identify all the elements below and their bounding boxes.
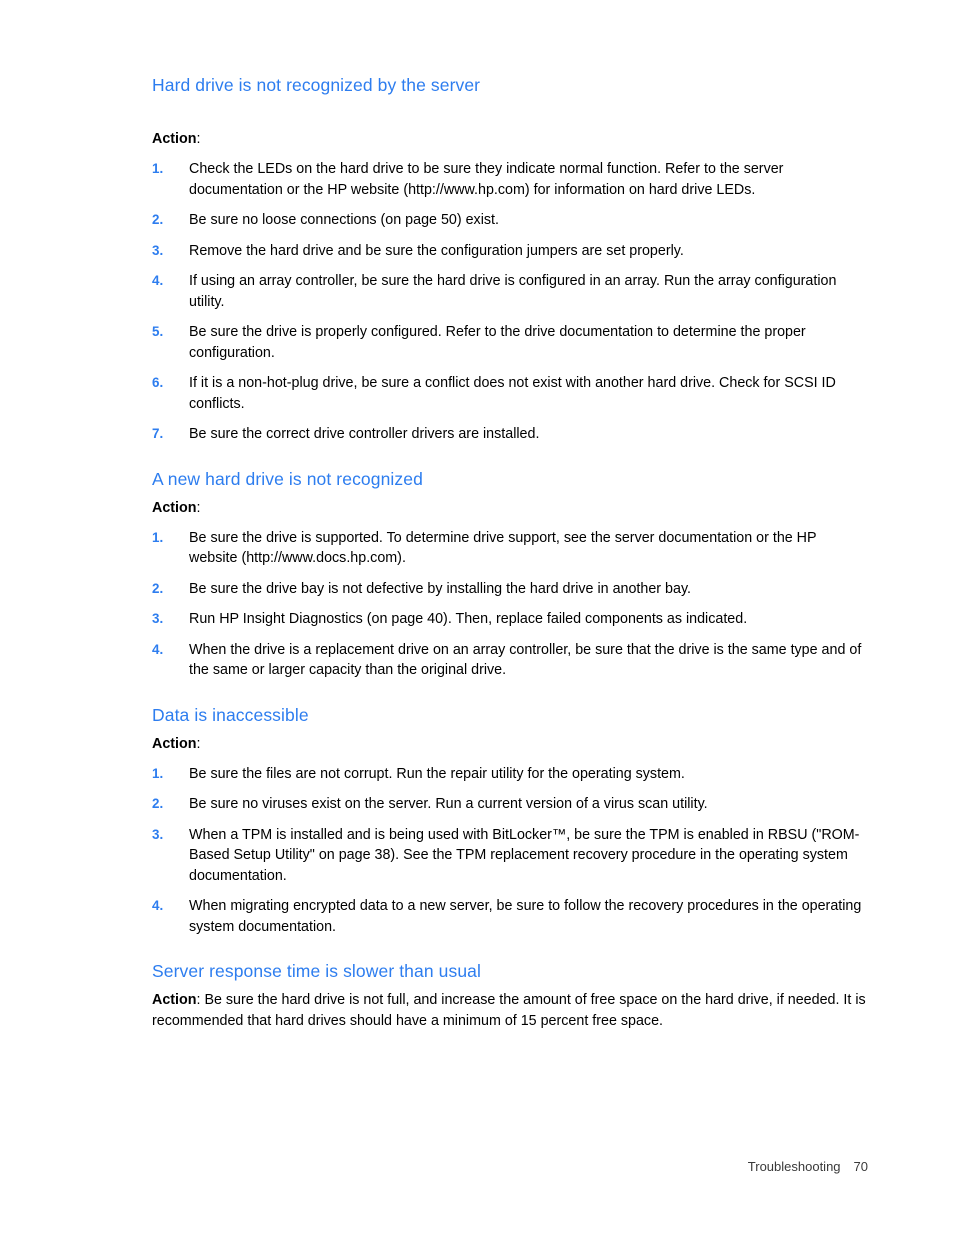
list-item: 1. Check the LEDs on the hard drive to be… bbox=[152, 159, 868, 200]
list-item-text: When a TPM is installed and is being use… bbox=[189, 826, 860, 884]
page-footer: Troubleshooting 70 bbox=[152, 1158, 868, 1176]
list-item-text: Be sure the files are not corrupt. Run t… bbox=[189, 765, 685, 782]
list-marker: 5. bbox=[152, 324, 164, 339]
action-colon: : bbox=[196, 499, 201, 516]
action-paragraph-4: Action: Be sure the hard drive is not fu… bbox=[152, 990, 868, 1031]
steps-list-3: 1. Be sure the files are not corrupt. Run… bbox=[152, 764, 868, 938]
list-marker: 3. bbox=[152, 242, 164, 258]
list-item: 1. Be sure the files are not corrupt. Run… bbox=[152, 764, 868, 785]
section-heading-server-response-time: Server response time is slower than usua… bbox=[152, 961, 481, 981]
list-item-text: Be sure the drive bay is not defective b… bbox=[189, 580, 692, 597]
list-item-text: Be sure the drive is properly configured… bbox=[189, 324, 806, 361]
list-item: 2. Be sure the drive bay is not defective… bbox=[152, 579, 868, 600]
action-label: Action bbox=[152, 131, 197, 147]
list-marker: 4. bbox=[152, 641, 164, 657]
list-item-text: Be sure the drive is supported. To deter… bbox=[189, 529, 817, 567]
section-heading-hard-drive-not-recognized: Hard drive is not recognized by the serv… bbox=[152, 75, 481, 95]
list-item: 5. Be sure the drive is properly configur… bbox=[152, 322, 868, 363]
list-item: 3. Remove the hard drive and be sure the … bbox=[152, 241, 868, 262]
action-label-line-1: Action: bbox=[152, 129, 868, 149]
document-page: Hard drive is not recognized by the serv… bbox=[0, 0, 954, 1235]
footer-page-number: 70 bbox=[853, 1159, 868, 1174]
list-item: 4. If using an array controller, be sure … bbox=[152, 271, 868, 312]
list-marker: 6. bbox=[152, 375, 164, 390]
action-label: Action bbox=[152, 735, 197, 752]
action-label: Action bbox=[152, 499, 197, 516]
list-marker: 1. bbox=[152, 765, 164, 781]
list-item: 3. Run HP Insight Diagnostics (on page 40… bbox=[152, 609, 868, 630]
list-item-text: Be sure no loose connections (on page 50… bbox=[189, 212, 499, 228]
list-item-text: When migrating encrypted data to a new s… bbox=[189, 898, 862, 935]
list-marker: 4. bbox=[152, 273, 164, 288]
list-item-text: Remove the hard drive and be sure the co… bbox=[189, 242, 684, 259]
list-item: 3. When a TPM is installed and is being u… bbox=[152, 825, 868, 887]
action-colon: : bbox=[196, 735, 201, 752]
list-item-text: When the drive is a replacement drive on… bbox=[189, 641, 862, 679]
section-heading-new-hard-drive-not-recognized: A new hard drive is not recognized bbox=[152, 468, 423, 489]
list-marker: 1. bbox=[152, 529, 164, 545]
list-marker: 3. bbox=[152, 826, 164, 842]
list-marker: 4. bbox=[152, 898, 164, 913]
list-item-text: Run HP Insight Diagnostics (on page 40).… bbox=[189, 611, 748, 627]
list-item: 1. Be sure the drive is supported. To det… bbox=[152, 528, 868, 569]
list-marker: 2. bbox=[152, 796, 164, 811]
list-marker: 2. bbox=[152, 212, 164, 227]
list-item-text: If using an array controller, be sure th… bbox=[189, 273, 837, 310]
list-marker: 1. bbox=[152, 161, 164, 176]
list-item: 4. When migrating encrypted data to a new… bbox=[152, 896, 868, 937]
action-label-line-2: Action: bbox=[152, 498, 868, 518]
list-item-text: If it is a non-hot-plug drive, be sure a… bbox=[189, 375, 836, 412]
list-item: 4. When the drive is a replacement drive … bbox=[152, 640, 868, 681]
footer-chapter-label: Troubleshooting bbox=[747, 1159, 841, 1174]
list-item: 2. Be sure no loose connections (on page … bbox=[152, 210, 868, 231]
list-item: 6. If it is a non-hot-plug drive, be sure… bbox=[152, 373, 868, 414]
list-marker: 7. bbox=[152, 426, 164, 441]
page-content: Hard drive is not recognized by the serv… bbox=[152, 74, 868, 1031]
list-item-text: Check the LEDs on the hard drive to be s… bbox=[189, 161, 784, 198]
list-item: 2. Be sure no viruses exist on the server… bbox=[152, 794, 868, 815]
section-heading-data-is-inaccessible: Data is inaccessible bbox=[152, 704, 309, 725]
action-label-line-3: Action: bbox=[152, 734, 868, 754]
steps-list-1: 1. Check the LEDs on the hard drive to be… bbox=[152, 159, 868, 445]
list-item-text: Be sure the correct drive controller dri… bbox=[189, 426, 540, 442]
list-marker: 2. bbox=[152, 580, 164, 596]
action-paragraph-text: Be sure the hard drive is not full, and … bbox=[152, 992, 866, 1029]
action-colon: : bbox=[196, 131, 201, 147]
list-marker: 3. bbox=[152, 611, 164, 626]
action-label: Action bbox=[152, 992, 197, 1008]
steps-list-2: 1. Be sure the drive is supported. To det… bbox=[152, 528, 868, 681]
list-item-text: Be sure no viruses exist on the server. … bbox=[189, 796, 708, 812]
list-item: 7. Be sure the correct drive controller d… bbox=[152, 424, 868, 445]
